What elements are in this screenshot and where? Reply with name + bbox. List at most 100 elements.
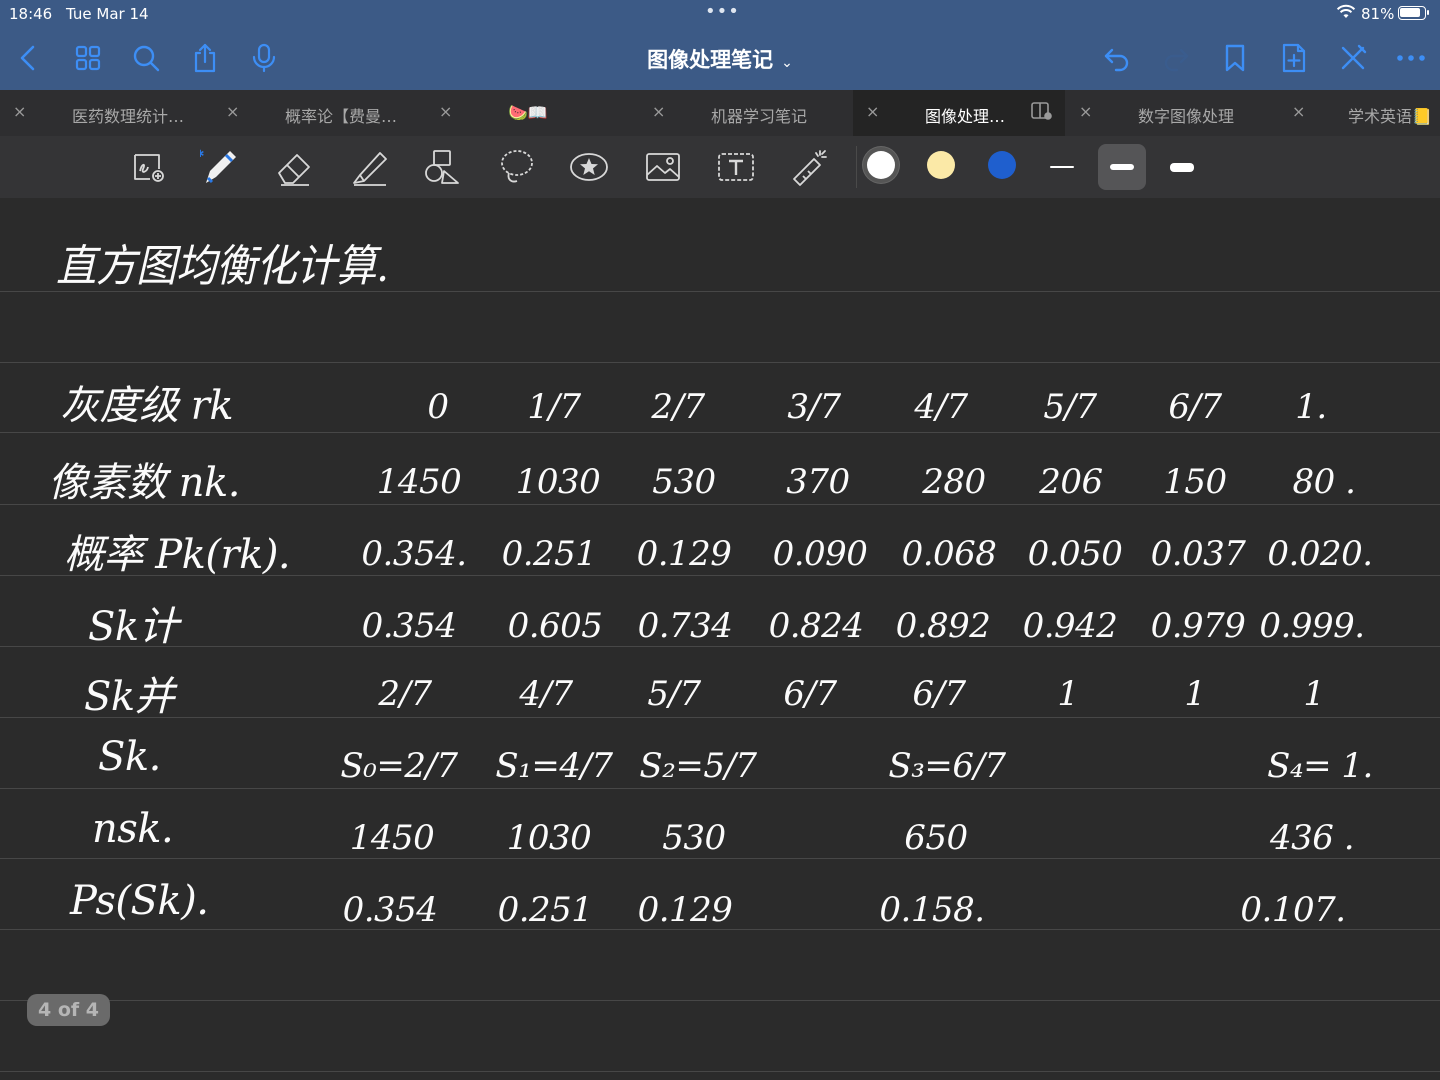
- table-cell: 0.107.: [1240, 890, 1346, 930]
- add-page-icon[interactable]: [1278, 42, 1310, 74]
- color-swatch-blue[interactable]: [988, 151, 1016, 179]
- table-cell: S₀=2/7: [340, 746, 458, 786]
- row-label-ps-sk: Ps(Sk).: [70, 878, 209, 924]
- close-tab-icon[interactable]: ×: [866, 102, 879, 121]
- lasso-tool-icon[interactable]: [497, 147, 537, 187]
- sticker-tool-icon[interactable]: [569, 147, 609, 187]
- status-time: 18:46: [9, 5, 53, 23]
- color-swatch-white[interactable]: [867, 151, 895, 179]
- stroke-width-thin[interactable]: [1038, 144, 1086, 190]
- table-cell: 0.999.: [1259, 606, 1365, 646]
- table-cell: 206: [1039, 462, 1103, 502]
- multitasking-dots-icon[interactable]: •••: [705, 1, 740, 22]
- tab-document[interactable]: × 概率论【费曼…: [213, 90, 425, 136]
- page-indicator: 4 of 4: [27, 994, 110, 1026]
- table-cell: S₂=5/7: [639, 746, 757, 786]
- table-cell: 530: [662, 818, 726, 858]
- table-cell: S₄= 1.: [1267, 746, 1373, 786]
- close-tab-icon[interactable]: ×: [652, 102, 665, 121]
- redo-icon[interactable]: [1160, 42, 1192, 74]
- close-pen-mode-icon[interactable]: [1337, 42, 1369, 74]
- stroke-width-thick[interactable]: [1158, 144, 1206, 190]
- tab-label: 机器学习笔记: [711, 107, 808, 126]
- row-label-gray-level: 灰度级 rk: [60, 383, 234, 429]
- status-date: Tue Mar 14: [66, 5, 149, 23]
- table-cell: 1030: [515, 462, 601, 502]
- table-cell: 4/7: [914, 387, 968, 427]
- close-tab-icon[interactable]: ×: [1079, 102, 1092, 121]
- table-cell: 4/7: [519, 674, 573, 714]
- table-cell: 0: [427, 387, 449, 427]
- image-tool-icon[interactable]: [643, 147, 683, 187]
- tab-document[interactable]: × 🍉📖: [426, 90, 638, 136]
- table-cell: 3/7: [787, 387, 841, 427]
- notebook-title-text: 图像处理笔记: [647, 48, 774, 72]
- tab-label: 数字图像处理: [1138, 107, 1235, 126]
- bookmark-icon[interactable]: [1219, 42, 1251, 74]
- share-icon[interactable]: [189, 42, 221, 74]
- table-cell: 6/7: [783, 674, 837, 714]
- table-cell: 0.129: [637, 890, 733, 930]
- tab-document[interactable]: × 学术英语📒: [1279, 90, 1440, 136]
- eraser-tool-icon[interactable]: [275, 147, 315, 187]
- close-tab-icon[interactable]: ×: [226, 102, 239, 121]
- table-cell: S₃=6/7: [888, 746, 1006, 786]
- table-cell: 150: [1163, 462, 1227, 502]
- highlighter-tool-icon[interactable]: [350, 147, 390, 187]
- color-swatch-yellow[interactable]: [927, 151, 955, 179]
- table-cell: 1: [1303, 674, 1325, 714]
- table-cell: 1.: [1295, 387, 1327, 427]
- ruled-line: [0, 717, 1440, 718]
- shapes-tool-icon[interactable]: [422, 147, 462, 187]
- note-page-canvas[interactable]: 直方图均衡化计算. 灰度级 rk 0 1/7 2/7 3/7 4/7 5/7 6…: [0, 198, 1440, 1080]
- table-cell: 1450: [376, 462, 462, 502]
- battery-percent: 81%: [1361, 5, 1395, 23]
- microphone-icon[interactable]: [248, 42, 280, 74]
- row-label-sk-computed: Sk计: [88, 604, 179, 650]
- pen-tool-icon[interactable]: ✱: [196, 147, 240, 187]
- svg-text:✱: ✱: [200, 149, 204, 160]
- tab-document[interactable]: × 数字图像处理: [1066, 90, 1278, 136]
- table-cell: 80 .: [1292, 462, 1356, 502]
- table-cell: 436 .: [1269, 818, 1355, 858]
- tab-document[interactable]: × 医药数理统计…: [0, 90, 212, 136]
- notebook-title[interactable]: 图像处理笔记 ⌄: [560, 44, 880, 74]
- close-tab-icon[interactable]: ×: [1292, 102, 1305, 121]
- table-cell: 0.824: [768, 606, 864, 646]
- table-cell: 0.020.: [1267, 534, 1373, 574]
- table-cell: 370: [786, 462, 850, 502]
- tab-document-active[interactable]: × 图像处理…: [853, 90, 1065, 136]
- battery-icon: [1398, 6, 1429, 20]
- table-cell: 2/7: [378, 674, 432, 714]
- table-cell: 0.354.: [361, 534, 467, 574]
- stroke-width-medium[interactable]: [1098, 144, 1146, 190]
- table-cell: 0.605: [507, 606, 603, 646]
- ruled-line: [0, 788, 1440, 789]
- laser-pointer-icon[interactable]: [790, 147, 830, 187]
- close-tab-icon[interactable]: ×: [439, 102, 452, 121]
- table-cell: 0.090: [772, 534, 868, 574]
- document-tabs: × 医药数理统计… × 概率论【费曼… × 🍉📖 × 机器学习笔记 × 图像处理…: [0, 90, 1440, 136]
- row-label-sk-merged: Sk并: [84, 674, 175, 720]
- more-options-icon[interactable]: [1395, 42, 1427, 74]
- tab-label: 概率论【费曼…: [285, 107, 398, 126]
- back-icon[interactable]: [13, 42, 45, 74]
- table-cell: 5/7: [1043, 387, 1097, 427]
- handwriting-to-text-icon[interactable]: [130, 147, 170, 187]
- text-tool-icon[interactable]: [716, 147, 756, 187]
- undo-icon[interactable]: [1101, 42, 1133, 74]
- drawing-toolbar: ✱: [0, 136, 1440, 198]
- split-view-icon[interactable]: [1031, 102, 1053, 120]
- row-label-sk: Sk.: [98, 734, 161, 780]
- table-cell: S₁=4/7: [495, 746, 613, 786]
- row-label-probability: 概率 Pk(rk).: [64, 532, 291, 578]
- table-cell: 0.068: [901, 534, 997, 574]
- ruled-line: [0, 1000, 1440, 1001]
- tab-document[interactable]: × 机器学习笔记: [639, 90, 851, 136]
- tab-label: 医药数理统计…: [72, 107, 185, 126]
- tab-label: 学术英语📒: [1348, 107, 1432, 126]
- table-cell: 1450: [349, 818, 435, 858]
- grid-view-icon[interactable]: [72, 42, 104, 74]
- close-tab-icon[interactable]: ×: [13, 102, 26, 121]
- search-icon[interactable]: [130, 42, 162, 74]
